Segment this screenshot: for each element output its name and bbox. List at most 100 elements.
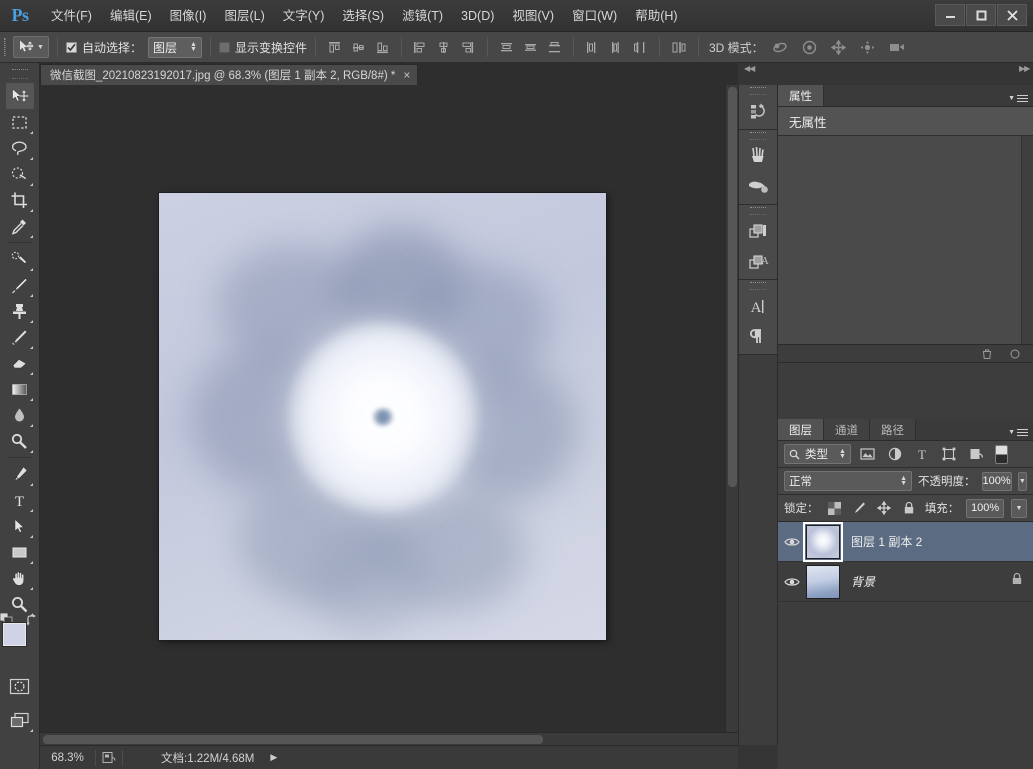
- auto-align-layers-icon[interactable]: [668, 37, 690, 58]
- screen-mode-toggle[interactable]: [6, 707, 34, 733]
- 3d-rotate-icon[interactable]: [770, 37, 792, 58]
- show-transform-controls-checkbox[interactable]: [218, 41, 230, 53]
- options-bar-grip[interactable]: [0, 32, 10, 63]
- tool-crop[interactable]: [6, 187, 34, 213]
- canvas-hscroll-thumb[interactable]: [43, 735, 543, 744]
- tool-spot-healing-brush[interactable]: [6, 246, 34, 272]
- opacity-slider-caret-icon[interactable]: ▼: [1017, 471, 1027, 491]
- layer-filter-type-dropdown[interactable]: 类型 ▲ ▼: [784, 444, 851, 464]
- tab-channels[interactable]: 通道: [824, 419, 870, 440]
- tab-paths[interactable]: 路径: [870, 419, 916, 440]
- lock-all-icon[interactable]: [900, 499, 918, 518]
- lock-image-icon[interactable]: [850, 499, 868, 518]
- opacity-value[interactable]: 100%: [981, 471, 1012, 491]
- right-dock-collapse-arrows-icon[interactable]: ▶▶: [1019, 64, 1030, 73]
- align-left-edges-icon[interactable]: [409, 37, 431, 58]
- lock-transparency-icon[interactable]: [826, 499, 844, 518]
- tool-path-selection[interactable]: [6, 513, 34, 539]
- layer-thumbnail[interactable]: [806, 564, 840, 599]
- properties-scrollbar[interactable]: [1021, 136, 1033, 344]
- menu-window[interactable]: 窗口(W): [563, 4, 626, 28]
- distribute-right-edges-icon[interactable]: [629, 37, 651, 58]
- canvas-vertical-scrollbar[interactable]: [725, 85, 738, 732]
- filter-toggle-icon[interactable]: [994, 444, 1008, 464]
- menu-edit[interactable]: 编辑(E): [101, 4, 161, 28]
- table-row[interactable]: 背景: [778, 562, 1033, 602]
- 3d-roll-icon[interactable]: [799, 37, 821, 58]
- mini-dock-expand-arrows-icon[interactable]: ◀◀: [744, 64, 755, 73]
- layer-thumbnail[interactable]: [803, 521, 843, 562]
- filter-pixel-icon[interactable]: [858, 444, 878, 464]
- dock-group-grip[interactable]: [750, 282, 766, 290]
- 3d-scale-icon[interactable]: [886, 37, 908, 58]
- align-right-edges-icon[interactable]: [457, 37, 479, 58]
- blend-mode-dropdown[interactable]: 正常 ▲ ▼: [784, 471, 912, 491]
- brush-presets-icon[interactable]: [739, 171, 777, 201]
- align-top-edges-icon[interactable]: [324, 37, 346, 58]
- canvas-horizontal-scrollbar[interactable]: [40, 732, 738, 745]
- auto-select-target-dropdown[interactable]: 图层 ▲ ▼: [147, 36, 202, 58]
- 3d-slide-icon[interactable]: [857, 37, 879, 58]
- canvas-vscroll-thumb[interactable]: [728, 87, 737, 487]
- properties-panel-menu[interactable]: ▼: [1008, 95, 1028, 102]
- align-bottom-edges-icon[interactable]: [372, 37, 394, 58]
- dock-group-grip[interactable]: [750, 87, 766, 95]
- align-horizontal-centers-icon[interactable]: [433, 37, 455, 58]
- menu-file[interactable]: 文件(F): [42, 4, 101, 28]
- status-zoom-level[interactable]: 68.3%: [40, 752, 95, 764]
- history-panel-icon[interactable]: [739, 96, 777, 126]
- dock-group-grip[interactable]: [750, 132, 766, 140]
- tool-rectangular-marquee[interactable]: [6, 109, 34, 135]
- layer-visibility-toggle[interactable]: [778, 576, 806, 588]
- tool-quick-selection[interactable]: [6, 161, 34, 187]
- layer-name[interactable]: 背景: [851, 573, 875, 590]
- minimize-icon[interactable]: [935, 4, 965, 26]
- tool-dodge[interactable]: [6, 428, 34, 454]
- tool-move[interactable]: [5, 83, 34, 109]
- tab-properties[interactable]: 属性: [778, 85, 824, 106]
- distribute-bottom-edges-icon[interactable]: [544, 37, 566, 58]
- status-popup-arrow-icon[interactable]: ▶: [270, 752, 277, 763]
- properties-panel-body[interactable]: [778, 136, 1033, 345]
- quick-mask-toggle[interactable]: [6, 673, 34, 699]
- tool-brush[interactable]: [6, 272, 34, 298]
- tool-type[interactable]: T: [6, 487, 34, 513]
- menu-3d[interactable]: 3D(D): [452, 4, 503, 28]
- table-row[interactable]: 图层 1 副本 2: [778, 521, 1033, 562]
- layers-panel-menu[interactable]: ▼: [1008, 429, 1028, 436]
- tool-rectangle[interactable]: [6, 539, 34, 565]
- tool-blur[interactable]: [6, 402, 34, 428]
- dock-group-grip[interactable]: [750, 207, 766, 215]
- menu-select[interactable]: 选择(S): [333, 4, 393, 28]
- distribute-top-edges-icon[interactable]: [496, 37, 518, 58]
- 3d-drag-icon[interactable]: [828, 37, 850, 58]
- menu-image[interactable]: 图像(I): [161, 4, 216, 28]
- panel-menu-icon[interactable]: [1017, 429, 1028, 436]
- swap-colors-icon[interactable]: [25, 614, 39, 630]
- layer-comps-icon[interactable]: [739, 216, 777, 246]
- lock-position-icon[interactable]: [875, 499, 893, 518]
- align-vertical-centers-icon[interactable]: [348, 37, 370, 58]
- reset-icon[interactable]: [1006, 345, 1024, 363]
- menu-layer[interactable]: 图层(L): [215, 4, 273, 28]
- tool-eyedropper[interactable]: [6, 213, 34, 239]
- layer-visibility-toggle[interactable]: [778, 536, 806, 548]
- document-tab[interactable]: 微信截图_20210823192017.jpg @ 68.3% (图层 1 副本…: [40, 64, 419, 85]
- tools-panel-grip[interactable]: [11, 69, 28, 79]
- auto-select-checkbox[interactable]: [65, 41, 77, 53]
- tab-layers[interactable]: 图层: [778, 419, 824, 440]
- filter-type-icon[interactable]: T: [912, 444, 932, 464]
- menu-type[interactable]: 文字(Y): [274, 4, 334, 28]
- fill-value[interactable]: 100%: [966, 498, 1004, 518]
- document-tab-close-icon[interactable]: ×: [403, 69, 410, 81]
- brush-panel-icon[interactable]: [739, 141, 777, 171]
- distribute-left-edges-icon[interactable]: [581, 37, 603, 58]
- layer-name[interactable]: 图层 1 副本 2: [851, 533, 922, 550]
- active-tool-preset[interactable]: ▼: [13, 36, 49, 58]
- document-artboard[interactable]: [159, 193, 606, 640]
- maximize-icon[interactable]: [966, 4, 996, 26]
- paragraph-panel-icon[interactable]: [739, 321, 777, 351]
- tool-clone-stamp[interactable]: [6, 298, 34, 324]
- delete-icon[interactable]: [978, 345, 996, 363]
- tool-history-brush[interactable]: [6, 324, 34, 350]
